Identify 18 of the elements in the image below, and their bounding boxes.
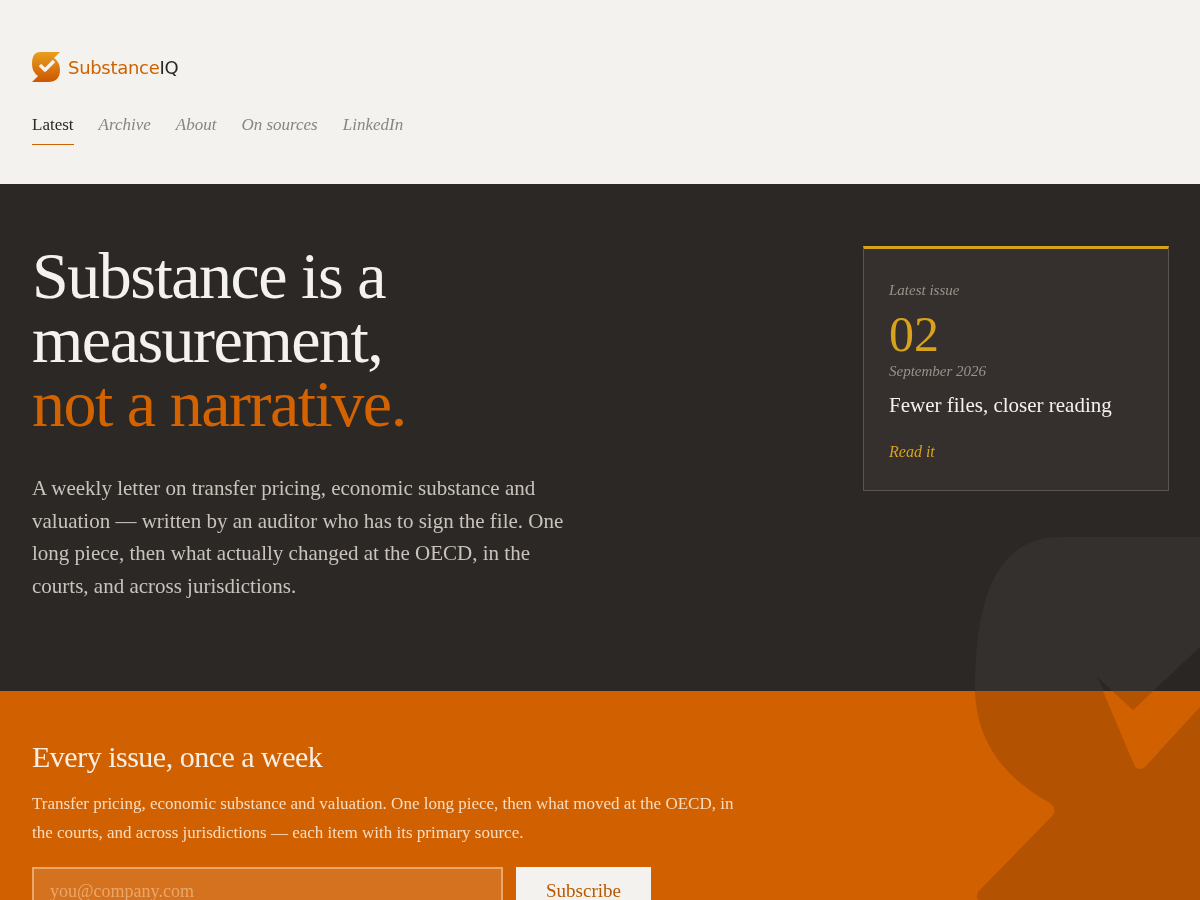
- subscribe-heading: Every issue, once a week: [32, 739, 324, 775]
- nav-link[interactable]: On sources: [241, 112, 318, 145]
- subscribe-button[interactable]: Subscribe: [516, 867, 651, 900]
- intro-text: A weekly letter on transfer pricing, economic substance and valuation — written by an auditor who has to sign the file. One long piece, then what actually changed at the OECD, in the courts, and across jurisdictions.: [32, 475, 565, 600]
- email-field[interactable]: you@company.com: [32, 867, 503, 900]
- subscribe-text: Transfer pricing, economic substance and valuation. One long piece, then what moved at the OECD, in the courts, and across jurisdictions — each item with its primary source.: [32, 793, 735, 844]
- card-label: Latest issue: [889, 281, 961, 300]
- read-link[interactable]: Read it: [889, 439, 935, 464]
- nav-link[interactable]: About: [175, 112, 217, 145]
- headline: Substance is a measurement, not a narrative.: [32, 244, 406, 436]
- nav-link[interactable]: LinkedIn: [342, 112, 404, 145]
- issue-number: 02: [889, 307, 940, 360]
- issue-title: Fewer files, closer reading: [889, 392, 1113, 419]
- nav-link[interactable]: Archive: [98, 112, 151, 145]
- logo-icon: [32, 52, 60, 82]
- issue-date: September 2026: [889, 361, 988, 381]
- logo-text: SubstanceIQ: [68, 55, 179, 80]
- nav-link[interactable]: Latest: [32, 112, 74, 145]
